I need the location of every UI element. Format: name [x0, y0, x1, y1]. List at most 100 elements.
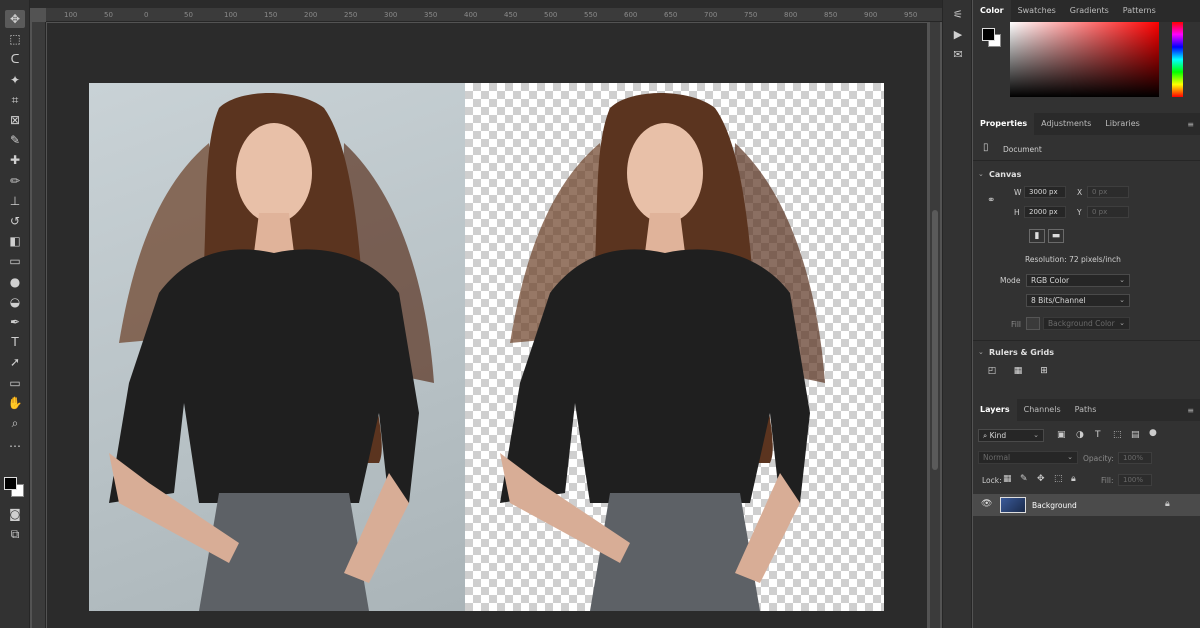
- type-tool-icon[interactable]: T: [5, 333, 25, 351]
- vertical-ruler[interactable]: [32, 22, 46, 628]
- blend-mode-dropdown[interactable]: Normal ⌄: [978, 451, 1078, 464]
- ruler-toggle-icon[interactable]: ◰: [984, 365, 1000, 379]
- comments-icon[interactable]: ✉: [951, 48, 965, 62]
- vertical-scrollbar-thumb[interactable]: [932, 210, 938, 470]
- layer-kind-filter[interactable]: ⌕ Kind ⌄: [978, 429, 1044, 442]
- tab-channels[interactable]: Channels: [1017, 399, 1068, 421]
- document-label: Document: [1003, 145, 1042, 154]
- fill-color-swatch[interactable]: [1026, 317, 1040, 330]
- document-tab-bar[interactable]: [30, 0, 942, 8]
- pen-tool-icon[interactable]: ✒: [5, 313, 25, 331]
- tab-swatches[interactable]: Swatches: [1011, 0, 1063, 22]
- marquee-tool-icon[interactable]: ⬚: [5, 30, 25, 48]
- tab-patterns[interactable]: Patterns: [1116, 0, 1163, 22]
- bit-depth-value: 8 Bits/Channel: [1031, 296, 1086, 305]
- gradient-tool-icon[interactable]: ▭: [5, 252, 25, 270]
- fill-dropdown[interactable]: Background Color ⌄: [1043, 317, 1130, 330]
- original-photo: [89, 83, 465, 611]
- lock-icon: 🔒︎: [1165, 499, 1170, 509]
- brush-tool-icon[interactable]: ✏: [5, 172, 25, 190]
- ruler-tick-label: 400: [464, 11, 478, 19]
- healing-brush-tool-icon[interactable]: ✚: [5, 151, 25, 169]
- lock-position-icon[interactable]: ✥: [1037, 474, 1045, 484]
- filter-toggle-icon[interactable]: ●: [1149, 428, 1157, 438]
- lock-artboard-icon[interactable]: ⬚: [1054, 474, 1063, 484]
- tab-adjustments[interactable]: Adjustments: [1034, 113, 1098, 135]
- color-field-picker[interactable]: [1010, 22, 1159, 97]
- bit-depth-dropdown[interactable]: 8 Bits/Channel ⌄: [1026, 294, 1130, 307]
- type-filter-icon[interactable]: T: [1095, 430, 1101, 440]
- canvas-y-field[interactable]: 0 px: [1087, 206, 1129, 218]
- zoom-tool-icon[interactable]: ⌕: [5, 414, 25, 432]
- tab-libraries[interactable]: Libraries: [1098, 113, 1147, 135]
- layer-row-background[interactable]: 👁︎ Background 🔒︎: [973, 494, 1200, 516]
- panel-menu-icon[interactable]: ≡: [1187, 406, 1194, 415]
- smart-object-filter-icon[interactable]: ▤: [1131, 430, 1140, 440]
- shape-filter-icon[interactable]: ⬚: [1113, 430, 1122, 440]
- ruler-tick-label: 900: [864, 11, 878, 19]
- tab-color[interactable]: Color: [973, 0, 1011, 22]
- tab-properties[interactable]: Properties: [973, 113, 1035, 135]
- chevron-down-icon: ⌄: [1119, 296, 1125, 304]
- horizontal-ruler[interactable]: 100 50 0 50 100 150 200 250 300 350 400 450 500 550 60…: [46, 8, 942, 22]
- kind-label: Kind: [989, 431, 1007, 440]
- lock-transparency-icon[interactable]: ▦: [1003, 474, 1012, 484]
- x-label: X: [1077, 188, 1083, 197]
- foreground-color-swatch[interactable]: [982, 28, 995, 41]
- chevron-down-icon: ⌄: [1033, 431, 1039, 439]
- screen-mode-icon[interactable]: ⧉: [5, 525, 25, 543]
- canvas-height-field[interactable]: 2000 px: [1024, 206, 1066, 218]
- eyedropper-tool-icon[interactable]: ✎: [5, 131, 25, 149]
- chevron-down-icon: ⌄: [1119, 276, 1125, 284]
- quick-mask-icon[interactable]: ◙: [5, 505, 25, 523]
- clone-stamp-tool-icon[interactable]: ⊥: [5, 192, 25, 210]
- foreground-color-swatch[interactable]: [4, 477, 17, 490]
- fill-field[interactable]: 100%: [1118, 474, 1152, 486]
- chevron-down-icon[interactable]: ⌄: [978, 348, 984, 356]
- portrait-orientation-icon[interactable]: ▮: [1029, 229, 1045, 243]
- hue-slider[interactable]: [1172, 22, 1183, 97]
- canvas-width-field[interactable]: 3000 px: [1024, 186, 1066, 198]
- tab-layers[interactable]: Layers: [973, 399, 1017, 421]
- crop-tool-icon[interactable]: ⌗: [5, 91, 25, 109]
- ruler-tick-label: 300: [384, 11, 398, 19]
- landscape-orientation-icon[interactable]: ▬: [1048, 229, 1064, 243]
- guides-toggle-icon[interactable]: ⊞: [1036, 365, 1052, 379]
- lock-all-icon[interactable]: 🔒︎: [1071, 474, 1076, 484]
- move-tool-icon[interactable]: ✥: [5, 10, 25, 28]
- dodge-tool-icon[interactable]: ◒: [5, 293, 25, 311]
- chevron-down-icon[interactable]: ⌄: [978, 170, 984, 178]
- grid-toggle-icon[interactable]: ▦: [1010, 365, 1026, 379]
- ruler-tick-label: 0: [144, 11, 149, 19]
- frame-tool-icon[interactable]: ⊠: [5, 111, 25, 129]
- blur-tool-icon[interactable]: ●: [5, 273, 25, 291]
- history-brush-tool-icon[interactable]: ↺: [5, 212, 25, 230]
- history-panel-icon[interactable]: ⚟: [951, 8, 965, 22]
- eraser-tool-icon[interactable]: ◧: [5, 232, 25, 250]
- layer-name[interactable]: Background: [1032, 501, 1077, 510]
- panel-menu-icon[interactable]: ≡: [1187, 120, 1194, 129]
- chevron-down-icon: ⌄: [1067, 453, 1073, 461]
- eye-icon[interactable]: 👁︎: [981, 499, 992, 509]
- magic-wand-tool-icon[interactable]: ✦: [5, 71, 25, 89]
- path-selection-tool-icon[interactable]: ➚: [5, 353, 25, 371]
- hand-tool-icon[interactable]: ✋: [5, 394, 25, 412]
- ruler-tick-label: 50: [104, 11, 113, 19]
- y-label: Y: [1077, 208, 1082, 217]
- tab-gradients[interactable]: Gradients: [1063, 0, 1116, 22]
- resolution-text: Resolution: 72 pixels/inch: [1025, 255, 1121, 264]
- transparent-cutout-canvas: [465, 83, 884, 611]
- pixel-filter-icon[interactable]: ▣: [1057, 430, 1066, 440]
- link-dimensions-icon[interactable]: ⚭: [987, 195, 995, 206]
- adjustment-filter-icon[interactable]: ◑: [1076, 430, 1084, 440]
- lock-pixels-icon[interactable]: ✎: [1020, 474, 1028, 484]
- color-mode-dropdown[interactable]: RGB Color ⌄: [1026, 274, 1130, 287]
- actions-play-icon[interactable]: ▶: [951, 28, 965, 42]
- lasso-tool-icon[interactable]: ᑕ: [5, 50, 25, 68]
- opacity-field[interactable]: 100%: [1118, 452, 1152, 464]
- more-tools-icon[interactable]: …: [5, 434, 25, 452]
- rectangle-tool-icon[interactable]: ▭: [5, 374, 25, 392]
- blend-mode-value: Normal: [983, 453, 1011, 462]
- canvas-x-field[interactable]: 0 px: [1087, 186, 1129, 198]
- tab-paths[interactable]: Paths: [1068, 399, 1104, 421]
